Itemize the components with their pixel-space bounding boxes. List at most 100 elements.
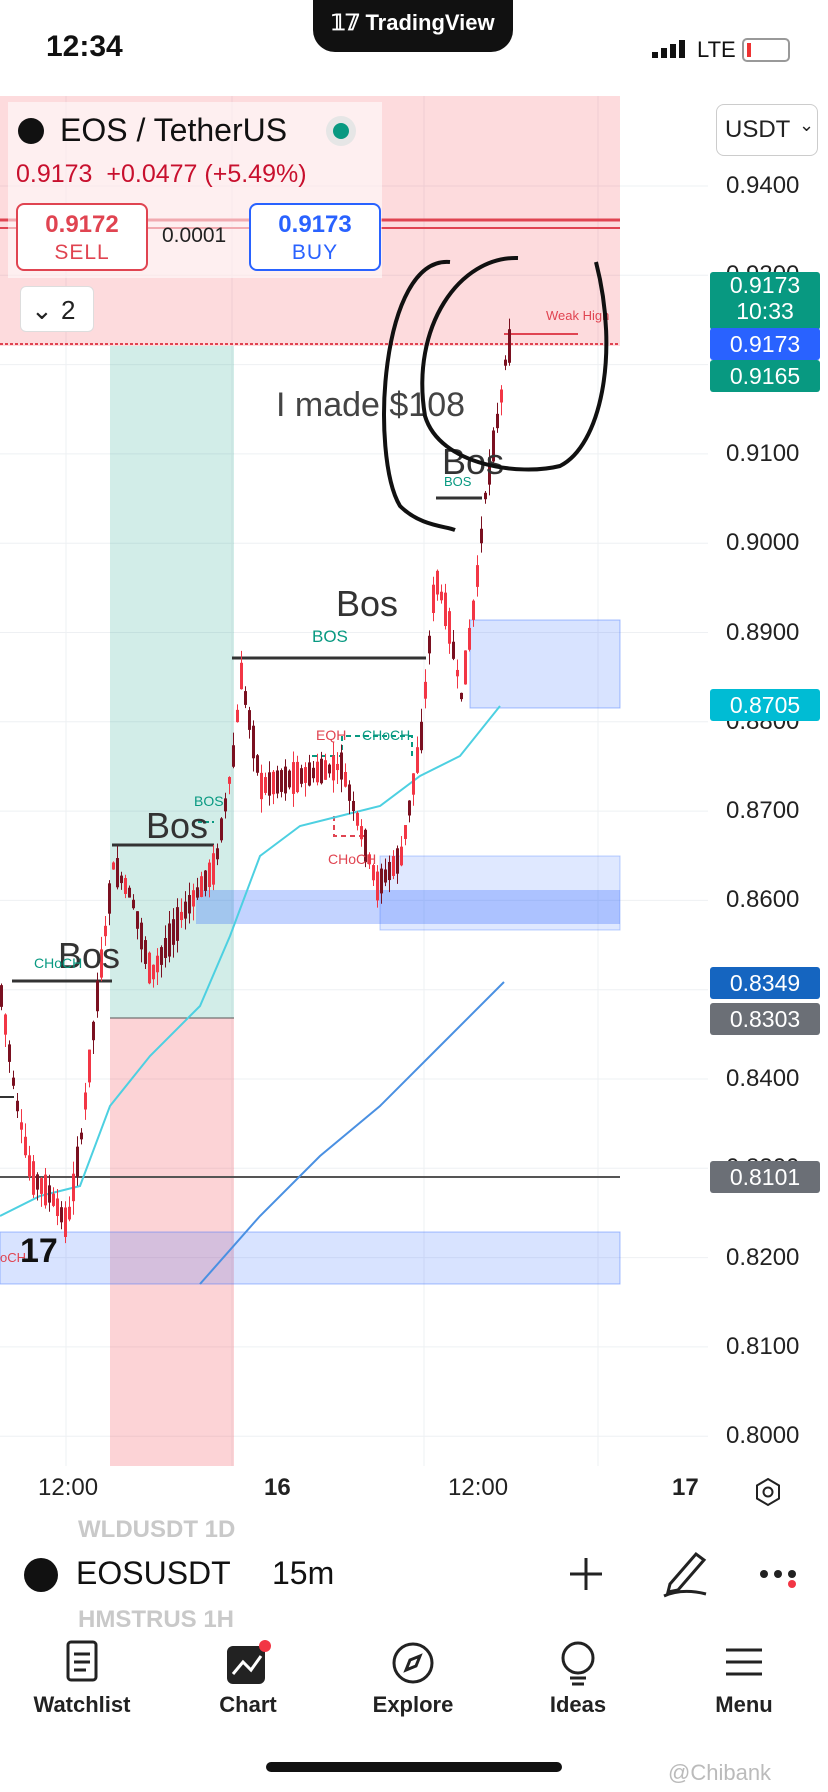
candle bbox=[316, 761, 319, 783]
candle bbox=[428, 635, 431, 654]
candle bbox=[32, 1161, 35, 1195]
price-tick-label: 0.8900 bbox=[726, 618, 800, 646]
candle bbox=[312, 767, 315, 779]
bos-small-label: BOS bbox=[444, 474, 472, 489]
candle bbox=[296, 761, 299, 793]
candle bbox=[40, 1178, 43, 1194]
candle bbox=[380, 868, 383, 894]
candle bbox=[480, 528, 483, 544]
candle bbox=[180, 911, 183, 921]
sell-label: SELL bbox=[54, 241, 110, 264]
eos-logo-icon bbox=[18, 118, 44, 144]
price-tag: 0.9173 10:33 bbox=[710, 272, 820, 330]
candle bbox=[272, 771, 275, 795]
candle bbox=[116, 858, 119, 888]
candle bbox=[384, 869, 387, 883]
symbol-selector[interactable]: EOSUSDT bbox=[76, 1555, 231, 1592]
candle bbox=[12, 1077, 15, 1086]
candle bbox=[0, 985, 3, 1007]
time-axis[interactable]: 12:00 16 12:00 17 bbox=[0, 1466, 828, 1518]
market-open-icon bbox=[326, 116, 356, 146]
candle bbox=[52, 1193, 55, 1206]
bos-small-label: BOS bbox=[194, 793, 224, 809]
chart-settings-icon[interactable] bbox=[752, 1476, 784, 1508]
spread-value: 0.0001 bbox=[162, 224, 227, 247]
candle bbox=[128, 887, 131, 898]
hamburger-menu-icon bbox=[726, 1648, 762, 1676]
candle bbox=[8, 1044, 11, 1062]
price-axis[interactable]: 0.94000.93000.91000.90000.89000.88000.87… bbox=[708, 96, 828, 1466]
price-tick-label: 0.8400 bbox=[726, 1065, 800, 1092]
candle bbox=[472, 600, 475, 620]
candle bbox=[252, 725, 255, 759]
candle bbox=[172, 919, 175, 945]
clock: 12:34 bbox=[46, 30, 123, 63]
candle bbox=[464, 650, 467, 685]
candle bbox=[460, 692, 463, 700]
lightbulb-icon bbox=[561, 1641, 595, 1686]
candle bbox=[264, 777, 267, 793]
nav-chart[interactable] bbox=[178, 1640, 318, 1693]
dynamic-island: 𝟙𝟟 TradingView bbox=[313, 0, 513, 52]
candle bbox=[4, 1014, 7, 1035]
candle bbox=[376, 871, 379, 901]
candle bbox=[60, 1207, 63, 1223]
price-tick-label: 0.8200 bbox=[726, 1243, 800, 1271]
candle bbox=[344, 771, 347, 787]
candle bbox=[184, 901, 187, 919]
time-label: 16 bbox=[264, 1474, 291, 1501]
last-price: 0.9173 bbox=[16, 160, 93, 188]
candle bbox=[228, 777, 231, 784]
candle bbox=[164, 938, 167, 958]
candle bbox=[420, 721, 423, 751]
nav-chart-label[interactable]: Chart bbox=[178, 1692, 318, 1718]
chart-canvas[interactable]: BosBosBosBosCHoCHBOSBOSBOSEQH CHoCHCHoCHW… bbox=[0, 96, 708, 1466]
candle bbox=[416, 747, 419, 773]
buy-button[interactable]: 0.9173 BUY bbox=[249, 203, 381, 271]
candle bbox=[24, 1136, 27, 1156]
chevron-down-icon: ⌄ bbox=[31, 295, 53, 325]
nav-watchlist[interactable] bbox=[12, 1640, 152, 1689]
candle bbox=[348, 784, 351, 801]
currency-select[interactable]: USDT ⌄ bbox=[716, 104, 818, 156]
sell-button[interactable]: 0.9172 SELL bbox=[16, 203, 148, 271]
more-icon[interactable] bbox=[758, 1564, 802, 1588]
candle bbox=[260, 772, 263, 800]
nav-menu[interactable] bbox=[674, 1640, 814, 1689]
ghost-symbol: HMSTRUS 1H bbox=[78, 1606, 235, 1629]
time-label: 12:00 bbox=[38, 1474, 99, 1501]
symbol-title[interactable]: EOS / TetherUS bbox=[60, 112, 287, 149]
candle bbox=[80, 1132, 83, 1140]
candle bbox=[404, 825, 407, 839]
candle bbox=[476, 565, 479, 587]
time-label: 17 bbox=[672, 1474, 699, 1501]
plus-icon[interactable] bbox=[566, 1554, 606, 1594]
network-type: LTE bbox=[697, 37, 736, 62]
indicators-toggle-button[interactable]: ⌄ 2 bbox=[20, 286, 94, 332]
home-indicator[interactable] bbox=[266, 1762, 562, 1772]
nav-watchlist-label[interactable]: Watchlist bbox=[12, 1692, 152, 1718]
nav-ideas[interactable] bbox=[508, 1640, 648, 1693]
candle bbox=[132, 899, 135, 909]
candle bbox=[160, 947, 163, 965]
candle bbox=[352, 800, 355, 812]
candle bbox=[212, 853, 215, 885]
nav-explore[interactable] bbox=[343, 1640, 483, 1691]
eqh-label: EQH bbox=[316, 727, 346, 743]
drawing-pen-icon[interactable] bbox=[662, 1546, 708, 1598]
candle bbox=[44, 1174, 47, 1206]
watermark: @Chibank bbox=[668, 1760, 772, 1785]
price-chart[interactable]: Bos Bos Bos Bos CHoCH BOS BOS BOS EQH CHoCH CHoCH W… bbox=[0, 96, 708, 1466]
candle bbox=[256, 755, 259, 773]
candle bbox=[204, 870, 207, 891]
candle bbox=[36, 1174, 39, 1190]
candle bbox=[468, 627, 471, 650]
interval-selector[interactable]: 15m bbox=[272, 1555, 334, 1592]
nav-ideas-label[interactable]: Ideas bbox=[508, 1692, 648, 1718]
indicators-count: 2 bbox=[61, 295, 76, 325]
nav-menu-label[interactable]: Menu bbox=[674, 1692, 814, 1718]
candle bbox=[444, 592, 447, 627]
nav-explore-label[interactable]: Explore bbox=[343, 1692, 483, 1718]
currency-value: USDT bbox=[725, 116, 791, 143]
price-tick-label: 0.9000 bbox=[726, 529, 800, 557]
